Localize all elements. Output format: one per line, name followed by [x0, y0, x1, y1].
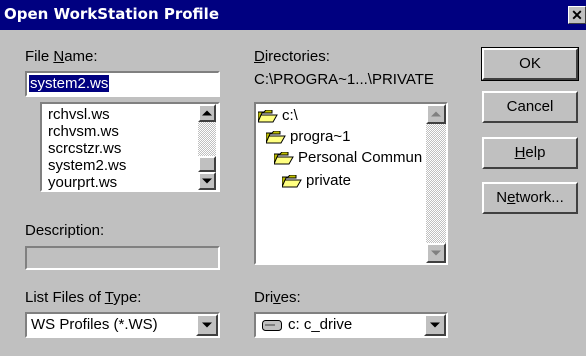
file-list-item[interactable]: rchvsl.ws	[48, 106, 110, 123]
help-button[interactable]: Help	[482, 137, 578, 169]
file-list-item[interactable]: system2.ws	[48, 157, 126, 174]
file-list-item[interactable]: scrcstzr.ws	[48, 140, 121, 157]
file-name-label: File Name:	[25, 48, 98, 65]
file-list-item[interactable]: yourprt.ws	[48, 174, 117, 191]
drives-value: c: c_drive	[288, 316, 353, 333]
file-list-item[interactable]: rchvsm.ws	[48, 123, 119, 140]
scroll-up-button[interactable]	[198, 104, 216, 122]
file-type-label: List Files of Type:	[25, 289, 142, 306]
file-list-scrollbar[interactable]	[198, 104, 216, 190]
open-folder-icon	[274, 152, 294, 165]
directory-list-scrollbar[interactable]	[426, 104, 446, 263]
open-folder-icon	[258, 110, 278, 123]
chevron-down-icon	[202, 322, 212, 328]
current-directory-path: C:\PROGRA~1...\PRIVATE	[254, 71, 434, 88]
directories-label: Directories:	[254, 48, 330, 65]
network-button[interactable]: Network...	[482, 182, 578, 214]
file-name-input[interactable]: system2.ws	[25, 71, 220, 97]
directory-item-label: Personal Commun	[298, 149, 423, 166]
file-type-select[interactable]: WS Profiles (*.WS)	[25, 312, 220, 338]
description-field	[25, 246, 220, 270]
close-icon: ✕	[571, 7, 583, 23]
file-type-dropdown-button[interactable]	[196, 314, 218, 336]
open-folder-icon	[282, 175, 302, 188]
file-name-value: system2.ws	[29, 75, 110, 92]
arrow-down-icon	[431, 250, 441, 256]
close-button[interactable]: ✕	[568, 6, 586, 24]
drives-select[interactable]: c: c_drive	[254, 312, 448, 338]
ok-button[interactable]: OK	[481, 47, 579, 81]
chevron-down-icon	[430, 322, 440, 328]
scroll-down-button[interactable]	[426, 243, 446, 263]
arrow-up-icon	[202, 110, 212, 116]
drives-label: Drives:	[254, 289, 301, 306]
cancel-button[interactable]: Cancel	[482, 91, 578, 123]
drives-dropdown-button[interactable]	[424, 314, 446, 336]
scroll-up-button[interactable]	[426, 104, 446, 124]
arrow-down-icon	[202, 178, 212, 184]
scroll-thumb[interactable]	[198, 156, 216, 172]
directory-list[interactable]: c:\ progra~1 Personal Commun private	[254, 102, 448, 265]
window-title: Open WorkStation Profile	[4, 5, 219, 23]
file-list[interactable]: rchvsl.ws rchvsm.ws scrcstzr.ws system2.…	[40, 102, 220, 192]
title-bar: Open WorkStation Profile ✕	[0, 0, 586, 30]
file-type-value: WS Profiles (*.WS)	[31, 316, 158, 333]
directory-item-label: private	[306, 172, 352, 189]
scroll-down-button[interactable]	[198, 172, 216, 190]
description-label: Description:	[25, 222, 105, 239]
hard-drive-icon	[262, 320, 282, 331]
directory-item-label: c:\	[282, 107, 298, 124]
open-folder-icon	[266, 131, 286, 144]
arrow-up-icon	[431, 111, 441, 117]
directory-item-label: progra~1	[290, 128, 351, 145]
